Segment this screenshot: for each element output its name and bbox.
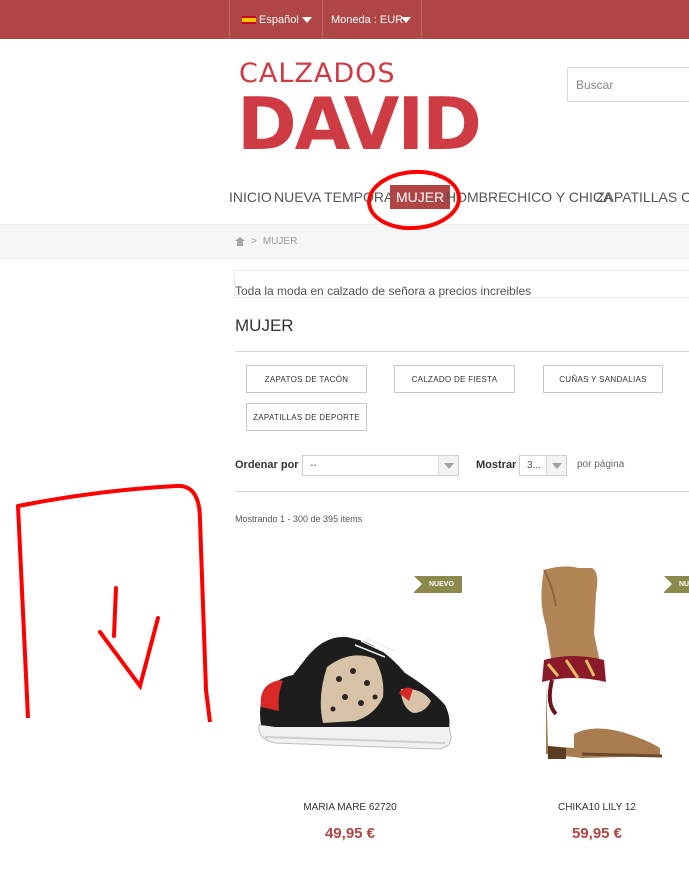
subcategory-cunas-y-sandalias[interactable]: CUÑAS Y SANDALIAS (543, 365, 663, 393)
per-page-select[interactable]: 3... (519, 455, 567, 476)
per-page-select-value: 3... (527, 460, 541, 471)
search-box (567, 67, 689, 102)
breadcrumb-separator: > (251, 236, 257, 247)
site-logo[interactable]: CALZADOS DAVID (237, 58, 495, 166)
new-badge: NUEVO (414, 576, 462, 593)
chevron-down-icon (401, 17, 411, 23)
nav-item-hombre[interactable]: HOMBRE (446, 185, 507, 209)
boot-image[interactable] (482, 559, 689, 759)
nav-item-zapatillas-casa[interactable]: ZAPATILLAS CASA (596, 185, 689, 209)
sort-label: Ordenar por (235, 459, 299, 471)
sort-select[interactable]: -- (302, 455, 459, 476)
divider (235, 491, 689, 492)
category-description: Toda la moda en calzado de señora a prec… (235, 284, 532, 298)
spain-flag-icon (242, 15, 256, 24)
product-card[interactable]: NUEVO MARIA MARE 62720 49,95 € (235, 557, 465, 847)
annotation-frame (16, 483, 212, 723)
product-price: 49,95 € (324, 825, 376, 842)
top-bar: Español Moneda : EUR (0, 0, 689, 39)
breadcrumb-bar (0, 224, 689, 259)
category-title: MUJER (235, 316, 294, 335)
show-label: Mostrar (476, 459, 517, 471)
breadcrumb-current: MUJER (262, 236, 298, 247)
home-icon[interactable] (235, 237, 245, 246)
chevron-down-icon (438, 456, 458, 475)
product-name[interactable]: CHIKA10 LILY 12 (482, 802, 689, 813)
nav-item-mujer[interactable]: MUJER (390, 185, 451, 209)
product-name[interactable]: MARIA MARE 62720 (235, 802, 465, 813)
currency-selector[interactable]: Moneda : EUR (323, 0, 422, 39)
divider (235, 351, 689, 352)
subcategory-zapatillas-de-deporte[interactable]: ZAPATILLAS DE DEPORTE (246, 403, 367, 431)
language-selector[interactable]: Español (229, 0, 323, 39)
language-label: Español (259, 13, 299, 26)
product-price: 59,95 € (571, 825, 623, 842)
product-card[interactable]: NUEVO CHIKA10 LILY 12 59,95 € (482, 557, 689, 847)
chevron-down-icon (546, 456, 566, 475)
search-input[interactable] (568, 68, 689, 101)
currency-label: Moneda : EUR (331, 13, 404, 26)
nav-item-inicio[interactable]: INICIO (229, 185, 272, 209)
sort-select-value: -- (310, 460, 317, 471)
subcategory-calzado-de-fiesta[interactable]: CALZADO DE FIESTA (394, 365, 515, 393)
per-page-label: por página (577, 459, 625, 470)
breadcrumb: > MUJER (235, 236, 297, 247)
chevron-down-icon (302, 17, 312, 23)
logo-line2: DAVID (237, 82, 482, 166)
sneaker-image[interactable] (235, 597, 465, 787)
items-count: Mostrando 1 - 300 de 395 items (235, 514, 363, 524)
subcategory-zapatos-de-tacon[interactable]: ZAPATOS DE TACÓN (246, 365, 367, 393)
arrow-down-icon (98, 586, 160, 691)
